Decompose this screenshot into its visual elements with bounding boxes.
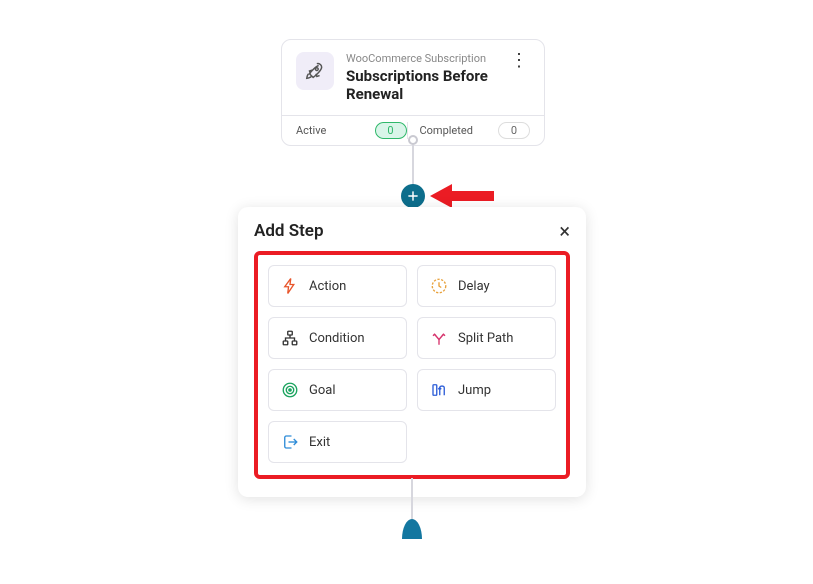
trigger-titles: WooCommerce Subscription Subscriptions B… xyxy=(346,52,496,103)
trigger-card[interactable]: WooCommerce Subscription Subscriptions B… xyxy=(281,39,545,146)
steps-grid: Action Delay Condition xyxy=(268,265,556,463)
target-icon xyxy=(281,381,299,399)
step-goal-button[interactable]: Goal xyxy=(268,369,407,411)
lightning-icon xyxy=(281,277,299,295)
connector-line xyxy=(412,145,414,187)
stat-completed: Completed 0 xyxy=(407,122,531,139)
stat-completed-value: 0 xyxy=(498,122,530,139)
step-label: Exit xyxy=(309,435,330,450)
popup-title: Add Step xyxy=(254,221,324,241)
step-label: Goal xyxy=(309,383,336,398)
popup-header: Add Step × xyxy=(254,221,570,241)
connector-dot xyxy=(408,135,418,145)
jump-icon xyxy=(430,381,448,399)
plus-icon xyxy=(406,189,420,203)
add-step-popup: Add Step × Action Delay xyxy=(238,207,586,497)
kebab-menu-icon[interactable] xyxy=(508,52,530,70)
trigger-header: WooCommerce Subscription Subscriptions B… xyxy=(296,52,530,103)
step-label: Jump xyxy=(458,383,491,398)
step-delay-button[interactable]: Delay xyxy=(417,265,556,307)
add-step-button-bottom-partial[interactable] xyxy=(402,519,422,539)
stat-active: Active 0 xyxy=(296,122,407,139)
add-step-button[interactable] xyxy=(401,184,425,208)
clock-icon xyxy=(430,277,448,295)
connector-line-bottom xyxy=(411,478,413,520)
rocket-icon xyxy=(296,52,334,90)
step-split-button[interactable]: Split Path xyxy=(417,317,556,359)
trigger-title: Subscriptions Before Renewal xyxy=(346,67,496,103)
step-label: Condition xyxy=(309,331,365,346)
stat-completed-label: Completed xyxy=(420,124,473,137)
stat-active-label: Active xyxy=(296,124,326,137)
step-label: Delay xyxy=(458,279,490,294)
workflow-canvas: WooCommerce Subscription Subscriptions B… xyxy=(0,0,813,584)
split-icon xyxy=(430,329,448,347)
step-condition-button[interactable]: Condition xyxy=(268,317,407,359)
trigger-subtitle: WooCommerce Subscription xyxy=(346,52,496,65)
step-jump-button[interactable]: Jump xyxy=(417,369,556,411)
steps-highlight-box: Action Delay Condition xyxy=(254,251,570,479)
step-action-button[interactable]: Action xyxy=(268,265,407,307)
exit-icon xyxy=(281,433,299,451)
tree-icon xyxy=(281,329,299,347)
close-icon[interactable]: × xyxy=(559,221,570,241)
step-label: Action xyxy=(309,279,346,294)
stat-active-value: 0 xyxy=(375,122,407,139)
step-exit-button[interactable]: Exit xyxy=(268,421,407,463)
step-label: Split Path xyxy=(458,331,513,346)
